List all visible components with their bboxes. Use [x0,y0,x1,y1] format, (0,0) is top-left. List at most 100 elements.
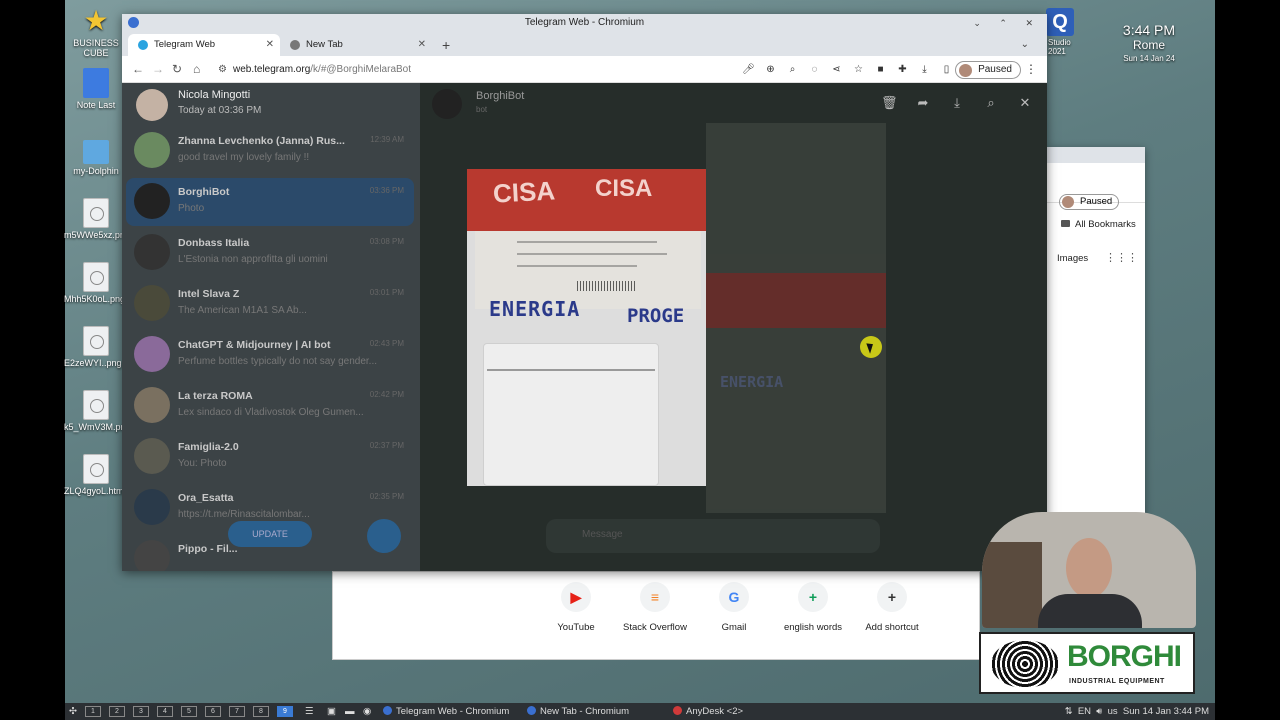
taskbar-app-button[interactable]: Telegram Web - Chromium [383,703,509,720]
sender-time: Today at 03:36 PM [178,105,262,116]
desktop-icon[interactable]: Note Last [64,68,128,110]
download-icon[interactable]: ⤓ [918,63,931,76]
logo-brand: BORGHI [1067,640,1182,673]
chat-list-item[interactable]: BorghiBot Photo 03:36 PM [126,178,414,226]
chat-list-item[interactable]: Zhanna Levchenko (Janna) Rus... good trav… [126,127,414,175]
close-tab-icon[interactable]: ✕ [266,34,274,56]
files-icon[interactable]: ▣ [327,703,336,720]
delete-icon[interactable]: 🗑︎ [881,95,898,111]
workspace-button[interactable]: 7 [229,706,245,717]
home-icon[interactable]: ⌂ [193,56,200,83]
tab-search-icon[interactable]: ⌄ [1021,34,1029,56]
sidepanel-icon[interactable]: ▯ [940,63,953,76]
profile-paused-button[interactable]: Paused [1059,194,1120,210]
chat-name: Intel Slava Z [178,288,240,300]
window-controls[interactable]: ⌄ ⌃ ✕ [973,14,1041,32]
chat-list-item[interactable]: Intel Slava Z The American M1A1 SA Ab... 0… [126,280,414,328]
close-tab-icon[interactable]: ✕ [418,34,426,56]
workspace-button[interactable]: 1 [85,706,101,717]
chat-avatar [134,234,170,270]
workspace-button[interactable]: 8 [253,706,269,717]
forward-icon[interactable]: ➦ [915,95,931,111]
taskbar-clock[interactable]: Sun 14 Jan 3:44 PM [1123,706,1209,717]
install-icon[interactable]: ⊕ [764,63,777,76]
compose-pencil-icon[interactable] [367,519,401,553]
profile-paused-button[interactable]: Paused [955,61,1021,79]
chat-list-item[interactable]: ChatGPT & Midjourney | AI bot Perfume bot… [126,331,414,379]
taskbar-app-label: New Tab - Chromium [540,706,630,717]
workspace-button[interactable]: 5 [181,706,197,717]
desktop-icon[interactable]: my-Dolphin [64,134,128,176]
business-cube-icon: ★ [83,5,109,36]
shortcut-tile[interactable]: ▶ YouTube [536,582,616,633]
network-icon[interactable]: ⇅ [1065,706,1073,717]
puzzle-icon[interactable]: ✚ [896,63,909,76]
zoom-icon[interactable]: ⌕ [786,63,799,76]
workspace-button[interactable]: 2 [109,706,125,717]
telegram-app: Nicola Mingotti Today at 03:36 PM Zhanna… [122,83,1047,571]
firefox-icon[interactable]: ◉ [363,703,371,720]
tab-new-tab[interactable]: New Tab ✕ [280,34,432,56]
chat-list-item[interactable]: La terza ROMA Lex sindaco di Vladivostok … [126,382,414,430]
terminal-icon[interactable]: ▬ [345,703,355,720]
tab-label: Telegram Web [154,39,216,50]
paused-label: Paused [978,64,1012,75]
download-icon[interactable]: ⤓ [949,95,965,111]
desktop-icon[interactable]: ZLQ4gyoL.html.part [64,454,144,496]
zoom-icon[interactable]: ⌕ [983,95,999,111]
desktop-icon[interactable]: ★ BUSINESS CUBE [64,5,128,59]
close-icon[interactable]: ✕ [1017,95,1033,111]
workspace-button[interactable]: 3 [133,706,149,717]
desktop-icon[interactable]: m5WWe5xz.png.part [64,198,148,240]
forward-icon[interactable]: → [152,56,164,83]
new-tab-button[interactable]: + [442,34,450,56]
desktop-icon[interactable]: k5_WmV3M.png.part [64,390,149,432]
back-icon[interactable]: ← [132,56,144,83]
shortcut-icon: ≡ [640,582,670,612]
paused-label: Paused [1080,196,1113,207]
message-composer[interactable]: Message [546,519,880,553]
images-link[interactable]: Images [1057,253,1088,264]
shortcut-tile[interactable]: G Gmail [694,582,774,633]
composer-placeholder: Message [582,529,623,540]
chat-list-item[interactable]: Famiglia-2.0 You: Photo 02:37 PM [126,433,414,481]
shortcut-tile[interactable]: + english words [773,582,853,633]
file-icon [83,390,109,420]
shortcut-icon: + [798,582,828,612]
all-bookmarks-link[interactable]: All Bookmarks [1061,219,1136,230]
apps-grid-icon[interactable]: ⋮⋮⋮ [1105,251,1138,264]
update-button[interactable]: UPDATE [228,521,312,547]
workspace-button[interactable]: 6 [205,706,221,717]
reload-icon[interactable]: ↻ [172,56,182,83]
star-icon[interactable]: ☆ [852,63,865,76]
avatar [1062,196,1074,208]
volume-icon[interactable]: 🔊︎ [1096,706,1102,717]
menu-icon[interactable]: ⋮ [1025,56,1037,83]
background-chrome-window[interactable]: Paused All Bookmarks Images ⋮⋮⋮ [1047,147,1145,520]
address-bar[interactable]: web.telegram.org/k/#@BorghiMelaraBot [233,56,411,83]
show-desktop-icon[interactable]: ☰ [305,703,314,720]
app-menu-icon[interactable]: ✣ [69,703,77,720]
chat-list-item[interactable]: Donbass Italia L'Estonia non approfitta g… [126,229,414,277]
site-info-icon[interactable]: ⚙ [218,56,227,83]
share-icon[interactable]: ⋖ [830,63,843,76]
mic-icon[interactable]: 🎤︎ [742,63,755,76]
workspace-button[interactable]: 9 [277,706,293,717]
tab-telegram-web[interactable]: Telegram Web ✕ [128,34,280,56]
studio-app-icon[interactable]: Q [1046,8,1074,36]
workspace-button[interactable]: 4 [157,706,173,717]
taskbar-app-button[interactable]: New Tab - Chromium [527,703,629,720]
extension-icon[interactable]: ■ [874,63,887,76]
photo-preview[interactable]: CISA CISA ENERGIA PROGE [467,169,706,486]
desktop-icon[interactable]: E2zeWYI..png.part [64,326,140,368]
chat-name: La terza ROMA [178,390,253,402]
desktop-icon[interactable]: Mhh5K0oL.png.part [64,262,143,304]
eye-off-icon[interactable]: ◌ [808,63,821,76]
keyboard-layout[interactable]: us [1108,706,1118,717]
language-indicator[interactable]: EN [1078,706,1091,717]
desktop-icon-label: Note Last [76,100,116,110]
photo-red-band [706,273,886,328]
shortcut-tile[interactable]: ≡ Stack Overflow [615,582,695,633]
taskbar-app-button[interactable]: AnyDesk <2> [673,703,743,720]
shortcut-tile[interactable]: + Add shortcut [852,582,932,633]
